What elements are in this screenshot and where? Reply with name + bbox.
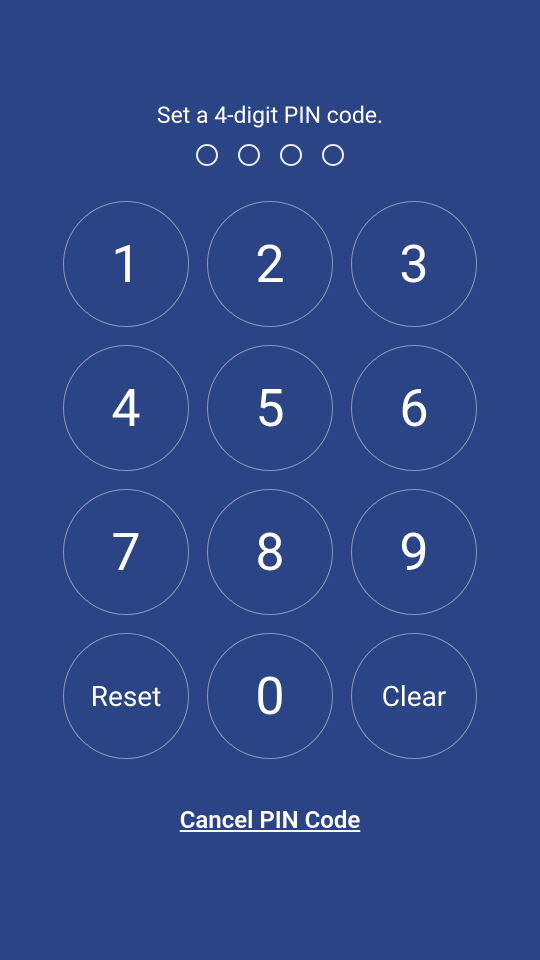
cancel-pin-code-link[interactable]: Cancel PIN Code xyxy=(180,806,361,834)
reset-button[interactable]: Reset xyxy=(63,633,189,759)
keypad-4-button[interactable]: 4 xyxy=(63,345,189,471)
keypad-6-button[interactable]: 6 xyxy=(351,345,477,471)
pin-dot-2 xyxy=(238,144,260,166)
pin-entry-screen: Set a 4-digit PIN code. 1 2 3 4 5 6 7 8 … xyxy=(0,0,540,960)
footer: Cancel PIN Code xyxy=(180,759,361,960)
keypad-9-button[interactable]: 9 xyxy=(351,489,477,615)
keypad-1-button[interactable]: 1 xyxy=(63,201,189,327)
pin-dot-4 xyxy=(322,144,344,166)
keypad-0-button[interactable]: 0 xyxy=(207,633,333,759)
clear-button[interactable]: Clear xyxy=(351,633,477,759)
pin-progress-dots xyxy=(196,144,344,166)
keypad-7-button[interactable]: 7 xyxy=(63,489,189,615)
keypad-8-button[interactable]: 8 xyxy=(207,489,333,615)
keypad-5-button[interactable]: 5 xyxy=(207,345,333,471)
page-title: Set a 4-digit PIN code. xyxy=(157,102,383,129)
pin-dot-1 xyxy=(196,144,218,166)
pin-dot-3 xyxy=(280,144,302,166)
keypad-3-button[interactable]: 3 xyxy=(351,201,477,327)
keypad-2-button[interactable]: 2 xyxy=(207,201,333,327)
keypad: 1 2 3 4 5 6 7 8 9 Reset 0 Clear xyxy=(63,201,477,759)
